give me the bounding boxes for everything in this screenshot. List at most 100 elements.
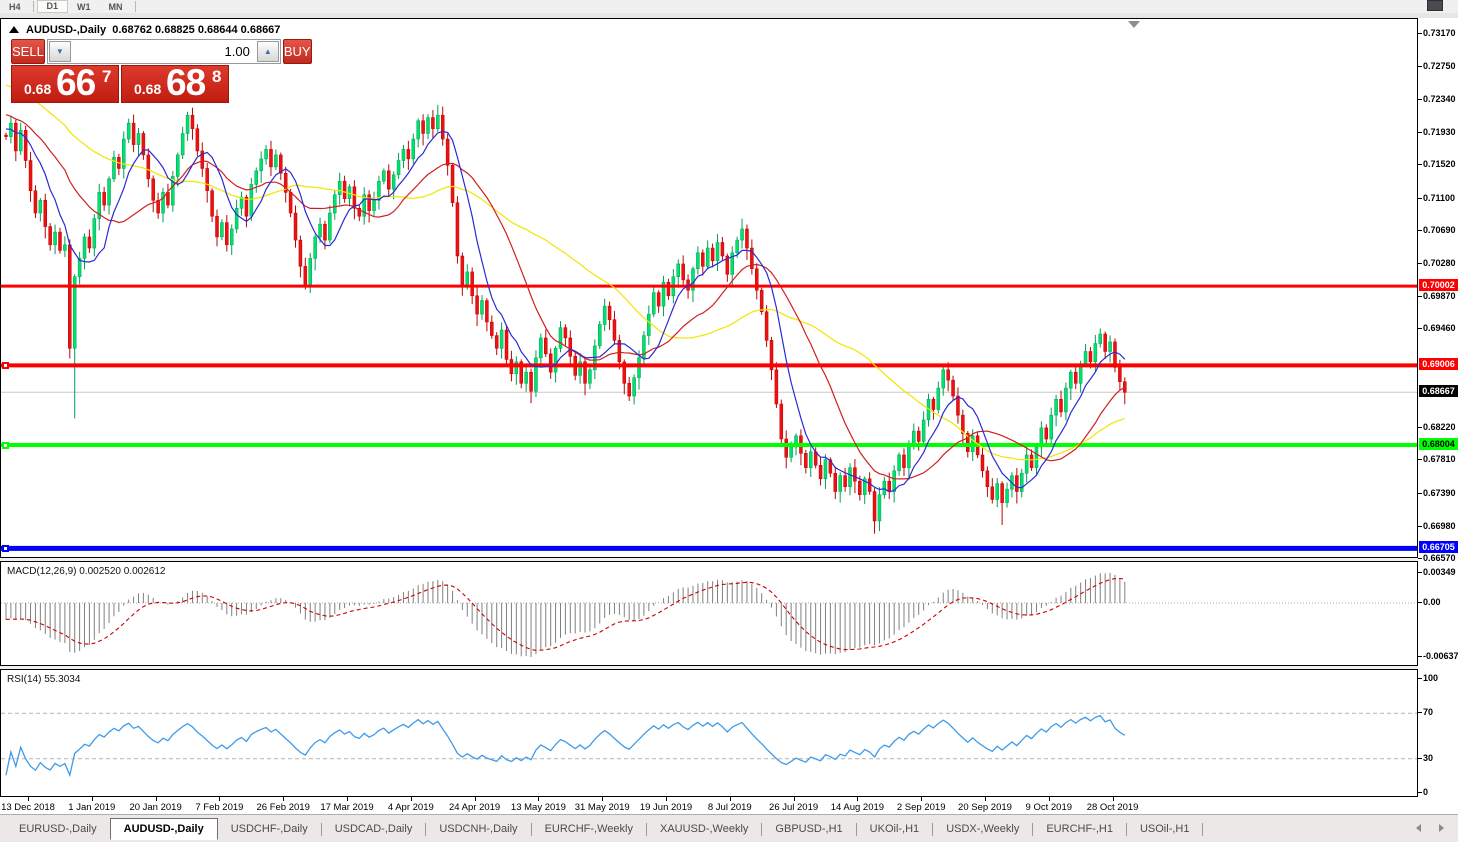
axis-tick-mark [1418,493,1422,494]
buy-price-box[interactable]: 0.68 68 8 [121,65,229,103]
axis-tick-label: 30 [1423,753,1433,763]
axis-tick-label: 0.67390 [1423,488,1456,498]
date-label: 8 Jul 2019 [708,802,752,813]
date-tick-mark [1049,797,1050,801]
axis-tick-mark [1418,230,1422,231]
chart-ohlc-values: 0.68762 0.68825 0.68644 0.68667 [112,24,280,36]
date-label: 13 Dec 2018 [1,802,55,813]
date-label: 20 Jan 2019 [129,802,181,813]
chart-tab-eurchf[interactable]: EURCHF-,H1 [1033,820,1126,838]
date-label: 9 Oct 2019 [1026,802,1072,813]
axis-tick-label: 0.68220 [1423,422,1456,432]
axis-tick-mark [1418,328,1422,329]
date-axis[interactable]: 13 Dec 20181 Jan 201920 Jan 20197 Feb 20… [0,797,1458,814]
timeframe-button-h4[interactable]: H4 [0,1,30,13]
chart-tab-usdx[interactable]: USDX-,Weekly [933,820,1032,838]
volume-input[interactable] [72,40,256,63]
level-price-label: 0.70002 [1419,279,1458,291]
chart-symbol-label: AUDUSD-,Daily [26,24,106,36]
date-tick-mark [1113,797,1114,801]
axis-tick-mark [1418,99,1422,100]
chart-tab-usdcad[interactable]: USDCAD-,Daily [322,820,426,838]
axis-tick-label: 0.73170 [1423,28,1456,38]
level-line-marker[interactable] [2,545,9,552]
sell-button[interactable]: SELL [11,39,45,64]
tab-separator [1202,823,1203,836]
axis-tick-mark [1418,459,1422,460]
axis-tick-mark [1418,33,1422,34]
rsi-chart[interactable] [1,670,1417,796]
axis-tick-label: 0 [1423,787,1428,797]
chart-tab-gbpusd[interactable]: GBPUSD-,H1 [762,820,855,838]
chart-tab-usdcnh[interactable]: USDCNH-,Daily [426,820,530,838]
macd-chart[interactable] [1,562,1417,665]
price-axis[interactable]: 0.731700.727500.723400.719300.715200.711… [1418,18,1458,797]
chart-tab-usoil[interactable]: USOil-,H1 [1127,820,1203,838]
date-tick-mark [857,797,858,801]
volume-spinner: ▼ ▲ [47,39,281,64]
chart-tab-ukoil[interactable]: UKOil-,H1 [857,820,933,838]
date-tick-mark [219,797,220,801]
price-chart-pane[interactable]: AUDUSD-,Daily 0.68762 0.68825 0.68644 0.… [0,18,1418,558]
axis-tick-mark [1418,296,1422,297]
axis-tick-mark [1418,678,1422,679]
date-label: 13 May 2019 [511,802,566,813]
chart-tab-usdchf[interactable]: USDCHF-,Daily [218,820,321,838]
rsi-indicator-pane[interactable]: RSI(14) 55.3034 [0,669,1418,797]
axis-tick-mark [1418,792,1422,793]
toolbar-corner-icon[interactable] [1427,0,1443,11]
timeframe-button-d1[interactable]: D1 [37,0,69,13]
axis-tick-mark [1418,263,1422,264]
level-line-marker[interactable] [2,442,9,449]
timeframe-button-w1[interactable]: W1 [68,1,100,13]
timeframe-button-mn[interactable]: MN [100,1,132,13]
date-tick-mark [28,797,29,801]
current-price-label: 0.68667 [1419,385,1458,397]
macd-indicator-pane[interactable]: MACD(12,26,9) 0.002520 0.002612 [0,561,1418,666]
chart-shift-marker-icon[interactable] [1128,21,1140,28]
date-tick-mark [794,797,795,801]
level-line-marker[interactable] [2,362,9,369]
buy-button[interactable]: BUY [283,39,312,64]
axis-tick-label: 0.70280 [1423,258,1456,268]
rsi-label: RSI(14) 55.3034 [7,674,80,685]
chart-tab-eurchf[interactable]: EURCHF-,Weekly [532,820,646,838]
date-tick-mark [985,797,986,801]
sell-price-sup: 7 [102,67,111,87]
axis-tick-label: 70 [1423,707,1433,717]
sell-price-box[interactable]: 0.68 66 7 [11,65,119,103]
chart-tab-audusd[interactable]: AUDUSD-,Daily [110,818,218,840]
date-tick-mark [730,797,731,801]
volume-decrease-button[interactable]: ▼ [49,41,71,62]
tab-scroll-left-icon[interactable] [1416,824,1421,832]
sell-price-small: 0.68 [24,81,51,97]
date-label: 17 Mar 2019 [320,802,373,813]
axis-tick-label: 0.72750 [1423,61,1456,71]
buy-price-small: 0.68 [134,81,161,97]
toolbar-separator [135,1,136,12]
volume-increase-button[interactable]: ▲ [257,41,279,62]
date-tick-mark [538,797,539,801]
date-tick-mark [347,797,348,801]
date-label: 4 Apr 2019 [388,802,434,813]
date-label: 24 Apr 2019 [449,802,500,813]
tab-scroll-right-icon[interactable] [1439,824,1444,832]
level-price-label: 0.66705 [1419,541,1458,553]
date-tick-mark [602,797,603,801]
axis-tick-mark [1418,427,1422,428]
axis-tick-label: -0.00637 [1423,651,1458,661]
date-label: 2 Sep 2019 [897,802,946,813]
chart-tab-eurusd[interactable]: EURUSD-,Daily [6,820,110,838]
date-label: 7 Feb 2019 [195,802,243,813]
level-marker-dot [4,547,7,550]
axis-tick-label: 0.00349 [1423,567,1456,577]
date-tick-mark [92,797,93,801]
axis-tick-mark [1418,656,1422,657]
chart-tab-xauusd[interactable]: XAUUSD-,Weekly [647,820,761,838]
date-tick-mark [921,797,922,801]
axis-tick-mark [1418,758,1422,759]
axis-tick-label: 100 [1423,673,1438,683]
axis-tick-label: 0.66980 [1423,521,1456,531]
collapse-triangle-icon[interactable] [9,26,19,33]
axis-tick-mark [1418,132,1422,133]
